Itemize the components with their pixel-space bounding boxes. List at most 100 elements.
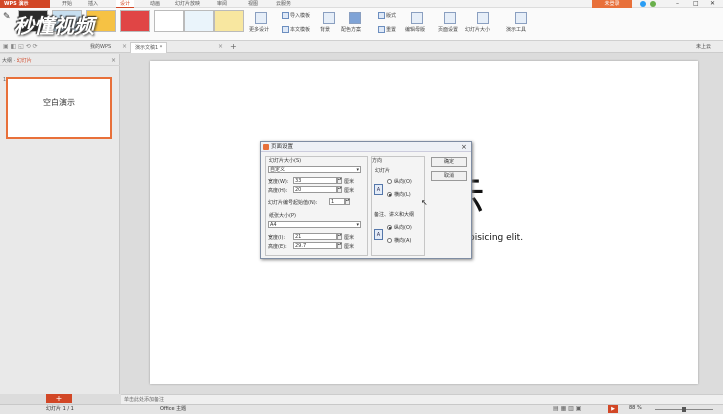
view-buttons[interactable]: ▤ ▦ ▥ ▣: [553, 405, 613, 413]
this-template-label: 本文模板: [290, 27, 311, 33]
app-menu-button[interactable]: WPS 演示: [0, 0, 50, 8]
play-icon[interactable]: ▶: [608, 405, 618, 413]
paper-width-spinner[interactable]: ▴▾: [337, 233, 342, 240]
dialog-close-icon[interactable]: ×: [461, 142, 467, 152]
notes-portrait-icon: A: [374, 229, 383, 240]
theme-thumb-6[interactable]: [184, 10, 214, 32]
this-template-button[interactable]: 本文模板: [282, 26, 310, 33]
pane-header: 大纲 · 幻灯片: [0, 56, 120, 66]
help-icon[interactable]: [650, 1, 656, 7]
edit-master-button[interactable]: 编辑母版: [405, 27, 425, 33]
slide-size-label: 幻灯片大小(S): [269, 158, 302, 164]
dialog-title: 页面设置: [261, 142, 471, 152]
reset-button[interactable]: 重置: [378, 26, 396, 33]
dialog-app-icon: [263, 144, 269, 150]
tab-animation[interactable]: 动画: [150, 0, 160, 8]
import-template-button[interactable]: 导入模板: [282, 12, 310, 19]
page-setup-button[interactable]: 页面设置: [438, 27, 458, 33]
close-tab-icon[interactable]: ×: [122, 43, 127, 50]
page-setup-icon: [444, 12, 456, 24]
more-designs-button[interactable]: 更多设计: [249, 27, 269, 33]
tab-cloud[interactable]: 云服务: [276, 0, 291, 8]
theme-thumb-4[interactable]: [120, 10, 150, 32]
theme-thumb-7[interactable]: [214, 10, 244, 32]
slides-landscape-label: 横向(L): [394, 192, 411, 198]
paper-height-spinner[interactable]: ▴▾: [337, 242, 342, 249]
layout-icon: [378, 12, 385, 19]
width-label: 宽度(W):: [268, 179, 289, 185]
cloud-status[interactable]: 未上云: [696, 43, 711, 50]
height-label: 高度(H):: [268, 188, 288, 194]
tab-document[interactable]: 演示文稿1 *: [130, 42, 168, 53]
width-unit: 厘米: [344, 179, 355, 185]
slides-portrait-radio[interactable]: [387, 179, 392, 184]
notes-portrait-label: 纵向(O): [394, 225, 412, 231]
paper-width-unit: 厘米: [344, 235, 355, 241]
slides-portrait-label: 纵向(O): [394, 179, 412, 185]
tab-view[interactable]: 视图: [248, 0, 258, 8]
close-icon[interactable]: ✕: [710, 0, 715, 8]
login-button[interactable]: 未登录: [592, 0, 632, 8]
mouse-cursor-icon: ↖: [421, 198, 428, 207]
slide-size-select[interactable]: 自定义: [268, 166, 361, 173]
page-setup-dialog: 页面设置 × 幻灯片大小(S) 自定义 宽度(W): 33 ▴▾ 厘米 高度(H…: [260, 141, 472, 259]
skin-icon[interactable]: [640, 1, 646, 7]
close-tab-icon[interactable]: ×: [218, 43, 223, 50]
tab-design[interactable]: 设计: [116, 0, 135, 8]
close-pane-icon[interactable]: ×: [111, 57, 116, 64]
theme-name: Office 主题: [160, 406, 187, 412]
width-input[interactable]: 33: [293, 177, 337, 184]
start-number-spinner[interactable]: ▴▾: [345, 198, 350, 205]
paper-width-input[interactable]: 21: [293, 233, 337, 240]
slide-landscape-icon: A: [374, 184, 383, 195]
cancel-button[interactable]: 取消: [431, 171, 467, 181]
edit-master-icon: [411, 12, 423, 24]
color-scheme-button[interactable]: 配色方案: [341, 27, 361, 33]
tab-home[interactable]: 开始: [62, 0, 72, 8]
layout-button[interactable]: 版式: [378, 12, 396, 19]
tab-my-wps[interactable]: 我的WPS: [86, 42, 115, 53]
width-spinner[interactable]: ▴▾: [337, 177, 342, 184]
paper-size-select[interactable]: A4: [268, 221, 361, 228]
slide-counter: 幻灯片 1 / 1: [46, 406, 74, 412]
quick-access-icons[interactable]: ▣ ◧ ◱ ⟲ ⟳: [3, 43, 38, 50]
background-button[interactable]: 背景: [320, 27, 330, 33]
notes-pane[interactable]: 单击此处添加备注: [121, 394, 723, 404]
more-designs-icon: [255, 12, 267, 24]
video-watermark: 秒懂视频: [14, 14, 94, 38]
notes-orientation-label: 备注、讲义和大纲: [374, 212, 415, 218]
notes-landscape-label: 横向(A): [394, 238, 412, 244]
slide-thumbnail[interactable]: 空白演示: [6, 77, 112, 139]
background-icon: [323, 12, 335, 24]
new-tab-icon[interactable]: +: [230, 42, 237, 51]
tab-slides-list[interactable]: 幻灯片: [17, 58, 32, 64]
format-painter-icon[interactable]: ✎: [3, 12, 11, 22]
tab-review[interactable]: 审阅: [217, 0, 227, 8]
start-number-input[interactable]: 1: [329, 198, 345, 205]
import-template-icon: [282, 12, 289, 19]
paper-height-input[interactable]: 29.7: [293, 242, 337, 249]
zoom-slider-thumb[interactable]: [682, 407, 686, 412]
slide-size-icon: [477, 12, 489, 24]
presentation-tools-button[interactable]: 演示工具: [506, 27, 526, 33]
tab-outline[interactable]: 大纲: [2, 58, 12, 64]
tab-slideshow[interactable]: 幻灯片放映: [175, 0, 200, 8]
slides-landscape-radio[interactable]: [387, 192, 392, 197]
minimize-icon[interactable]: –: [676, 0, 679, 8]
paper-size-label: 纸张大小(P): [269, 213, 296, 219]
height-spinner[interactable]: ▴▾: [337, 186, 342, 193]
ok-button[interactable]: 确定: [431, 157, 467, 167]
theme-thumb-5[interactable]: [154, 10, 184, 32]
notes-portrait-radio[interactable]: [387, 225, 392, 230]
reset-label: 重置: [386, 27, 397, 33]
height-input[interactable]: 20: [293, 186, 337, 193]
reset-icon: [378, 26, 385, 33]
paper-height-unit: 厘米: [344, 244, 355, 250]
import-template-label: 导入模板: [290, 13, 311, 19]
add-slide-button[interactable]: +: [46, 394, 72, 403]
slide-size-button[interactable]: 幻灯片大小: [465, 27, 490, 33]
color-scheme-icon: [349, 12, 361, 24]
notes-landscape-radio[interactable]: [387, 238, 392, 243]
maximize-icon[interactable]: □: [693, 0, 699, 8]
tab-insert[interactable]: 插入: [88, 0, 98, 8]
